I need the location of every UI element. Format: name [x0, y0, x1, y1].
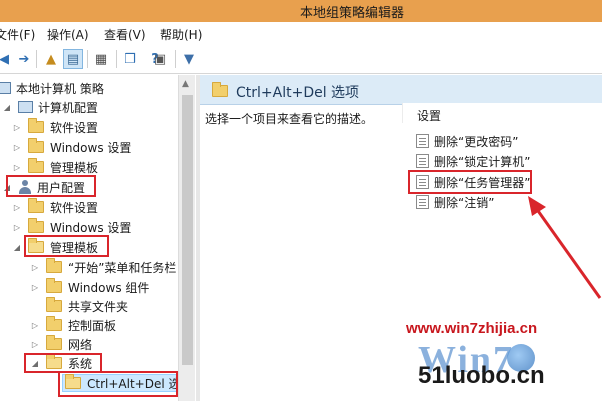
toolbar-separator — [175, 50, 176, 68]
policy-setting-icon — [416, 154, 429, 168]
expand-arrow-icon[interactable]: ▷ — [30, 283, 40, 292]
details-description: 选择一个项目来查看它的描述。 — [205, 112, 374, 126]
watermark-site: 51luobo.cn — [418, 362, 545, 389]
menu-view[interactable]: 查看(V) — [104, 26, 146, 43]
setting-item[interactable]: 删除“更改密码” — [416, 132, 518, 150]
tree-item[interactable]: ▷ “开始”菜单和任务栏 — [30, 258, 176, 276]
tree-scrollbar[interactable]: ▲ — [178, 75, 195, 401]
settings-column-header[interactable]: 设置 — [402, 103, 602, 123]
tree-item-label: 网络 — [68, 337, 93, 352]
setting-item-label: 删除“更改密码” — [434, 134, 519, 149]
tree-root-label: 本地计算机 策略 — [16, 81, 104, 96]
up-folder-icon[interactable]: ▲ — [41, 49, 61, 69]
tree-item[interactable]: ▷ Windows 设置 — [12, 138, 131, 156]
tree-item[interactable]: ▷ 软件设置 — [12, 198, 98, 216]
tree-item-label: 控制面板 — [68, 318, 117, 333]
collapse-arrow-icon[interactable]: ◢ — [12, 243, 22, 252]
highlight-system — [24, 353, 102, 373]
tree-item-label: 管理模板 — [50, 160, 99, 175]
tree-computer-config-label: 计算机配置 — [38, 100, 99, 115]
tree-item[interactable]: 共享文件夹 — [30, 297, 128, 315]
tree-item-label: Windows 设置 — [50, 140, 132, 155]
setting-item[interactable]: 删除“锁定计算机” — [416, 152, 530, 170]
scroll-thumb[interactable] — [182, 95, 193, 365]
folder-icon — [46, 297, 62, 312]
window-title: 本地组策略编辑器 — [300, 6, 405, 21]
folder-icon — [28, 218, 44, 233]
expand-arrow-icon[interactable]: ▷ — [12, 143, 22, 152]
properties-icon[interactable]: ▦ — [91, 49, 111, 69]
settings-column-label: 设置 — [417, 109, 442, 123]
tree-item-label: “开始”菜单和任务栏 — [68, 260, 177, 275]
collapse-arrow-icon[interactable]: ◢ — [2, 103, 12, 112]
folder-icon — [28, 158, 44, 173]
setting-item-label: 删除“注销” — [434, 195, 495, 210]
tree-computer-config[interactable]: ◢ 计算机配置 — [2, 98, 98, 116]
menu-action[interactable]: 操作(A) — [47, 26, 89, 43]
expand-arrow-icon[interactable]: ▷ — [30, 263, 40, 272]
tree-item-label: 软件设置 — [50, 200, 99, 215]
computer-icon — [18, 101, 33, 113]
folder-icon — [46, 278, 62, 293]
show-hide-pane-icon[interactable]: ▣ — [150, 49, 170, 69]
toolbar-separator — [87, 50, 88, 68]
menu-bar: 文件(F) 操作(A) 查看(V) 帮助(H) — [0, 22, 602, 44]
tree-item-label: Windows 设置 — [50, 220, 132, 235]
watermark-url: www.win7zhijia.cn — [406, 320, 538, 337]
computer-policy-icon — [0, 82, 11, 94]
tree-item[interactable]: ▷ 网络 — [30, 335, 92, 353]
folder-icon — [28, 118, 44, 133]
toolbar-separator — [116, 50, 117, 68]
menu-help[interactable]: 帮助(H) — [160, 26, 202, 43]
expand-arrow-icon[interactable]: ▷ — [12, 123, 22, 132]
toolbar: ◀ ➔ ▲ ▤ ▦ ❒ ? ▣ ▼ — [0, 44, 602, 74]
highlight-task-manager — [408, 170, 532, 194]
toolbar-separator — [36, 50, 37, 68]
scroll-up-icon[interactable]: ▲ — [182, 79, 189, 89]
tree-root[interactable]: 本地计算机 策略 — [0, 79, 104, 97]
back-icon[interactable]: ◀ — [0, 49, 14, 69]
tree-item[interactable]: ▷ Windows 组件 — [30, 278, 149, 296]
show-tree-icon[interactable]: ▤ — [63, 49, 83, 69]
expand-arrow-icon[interactable]: ▷ — [12, 203, 22, 212]
policy-setting-icon — [416, 195, 429, 209]
folder-icon — [46, 335, 62, 350]
folder-icon — [46, 316, 62, 331]
menu-file[interactable]: 文件(F) — [0, 26, 35, 43]
tree-item[interactable]: ▷ Windows 设置 — [12, 218, 131, 236]
folder-icon — [46, 258, 62, 273]
folder-icon — [28, 138, 44, 153]
policy-setting-icon — [416, 134, 429, 148]
setting-item[interactable]: 删除“注销” — [416, 193, 494, 211]
expand-arrow-icon[interactable]: ▷ — [12, 163, 22, 172]
details-title: Ctrl+Alt+Del 选项 — [236, 85, 360, 101]
export-icon[interactable]: ❒ — [120, 49, 140, 69]
forward-icon[interactable]: ➔ — [14, 49, 34, 69]
tree-item-label: 共享文件夹 — [68, 299, 129, 314]
expand-arrow-icon[interactable]: ▷ — [30, 340, 40, 349]
highlight-ctrl-alt-del — [58, 371, 178, 397]
details-header: Ctrl+Alt+Del 选项 — [200, 75, 602, 105]
expand-arrow-icon[interactable]: ▷ — [12, 223, 22, 232]
tree-item[interactable]: ▷ 软件设置 — [12, 118, 98, 136]
highlight-user-config — [6, 175, 96, 197]
tree-item-label: 软件设置 — [50, 120, 99, 135]
tree-item[interactable]: ▷ 控制面板 — [30, 316, 116, 334]
title-bar: 本地组策略编辑器 — [0, 0, 602, 22]
setting-item-label: 删除“锁定计算机” — [434, 154, 531, 169]
tree-item[interactable]: ▷ 管理模板 — [12, 158, 98, 176]
expand-arrow-icon[interactable]: ▷ — [30, 321, 40, 330]
folder-icon — [212, 82, 228, 97]
filter-icon[interactable]: ▼ — [179, 49, 199, 69]
folder-icon — [28, 198, 44, 213]
tree-item-label: Windows 组件 — [68, 280, 150, 295]
highlight-admin-templates — [24, 235, 109, 257]
